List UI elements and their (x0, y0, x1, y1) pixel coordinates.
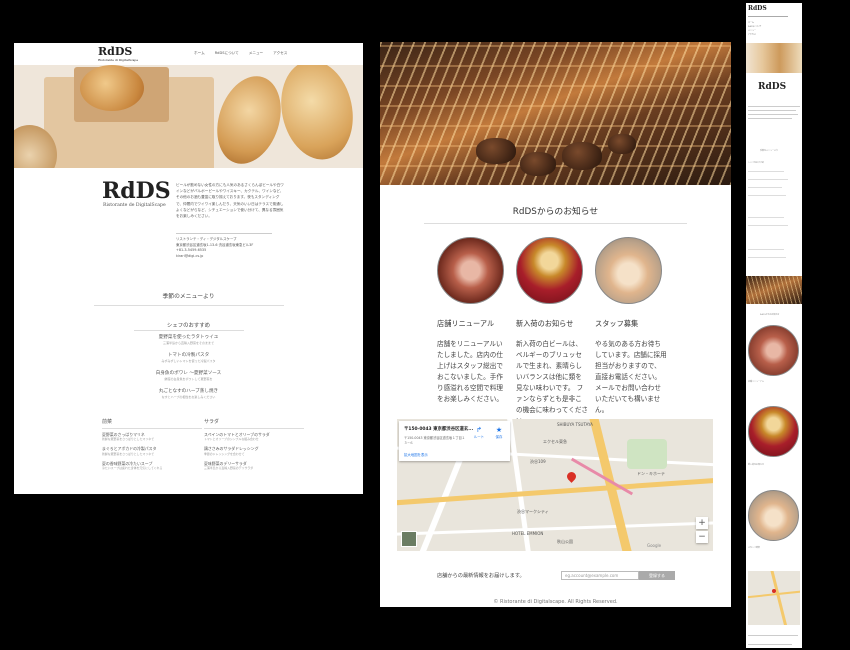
zensai-section: 前菜 夏野菜のさっぱりマリネ 新鮮な夏野菜をさっぱりとしたマリネで まぐろとアボカ… (102, 418, 202, 475)
mobile-news-title: スタッフ募集 (748, 547, 761, 549)
news-body: 店舗をリニューアルいたしました。店内の仕上げはスタッフ総出でおこないました。手作… (437, 340, 503, 403)
map-label: ドン・キホーテ (637, 471, 665, 476)
site-header: RdDS Ristorante di DigitalScape ホーム RdDS… (14, 43, 363, 65)
mobile-nav-item[interactable]: アクセス (748, 33, 756, 36)
mobile-grill-image (746, 276, 802, 304)
zoom-out-button[interactable]: − (696, 531, 708, 543)
mobile-map[interactable] (748, 571, 800, 625)
news-image-renewal (437, 237, 504, 304)
nav-about[interactable]: RdDSについて (215, 51, 239, 56)
brand-logo: RdDS (102, 178, 171, 204)
route-icon: ↱ (476, 426, 482, 434)
map-pin-icon[interactable] (565, 470, 578, 483)
mobile-news-title: 新入荷のお知らせ (748, 464, 764, 466)
chef-item: 夏野菜を使ったラタトゥイユ 三浦半島から直輸入野菜をそのままで (158, 335, 219, 345)
news-body: 新入荷の白ビールは、ベルギーのブリュッセルで生まれ、素晴らしいバランスは他に類を… (516, 340, 589, 425)
chef-item: トマトの冷製パスタ みずみずしいトマトを使った冷製パスタ (161, 353, 216, 363)
zoom-in-button[interactable]: + (696, 517, 708, 529)
footer-copyright: © Ristorante di Digitalscape. All Rights… (493, 599, 618, 605)
email-input[interactable]: eg.account@example.com (561, 571, 639, 580)
satellite-toggle[interactable] (401, 531, 417, 547)
embedded-map[interactable]: SHIBUYA TSUTAYA エクセル東急 渋谷109 渋谷マークシティ ドン… (397, 419, 713, 551)
google-logo: Google (647, 543, 662, 548)
map-label: 秋山公園 (557, 539, 573, 544)
mobile-news-image (748, 490, 799, 541)
brand-subtitle: Ristorante de DigitalScape (103, 203, 166, 208)
site-logo[interactable]: RdDS Ristorante di DigitalScape (98, 46, 138, 63)
news-title: 店舗リニューアル (437, 319, 495, 328)
nav-home[interactable]: ホーム (194, 51, 205, 56)
mobile-menu-heading: 季節のメニューより (760, 150, 778, 152)
nav-access[interactable]: アクセス (273, 51, 287, 56)
star-icon: ★ (495, 426, 503, 434)
map-label: HOTEL EMMION (512, 531, 544, 536)
salad-section: サラダ スペインのトマトとオリーブのサラダ トマトとオリーブのシンプルな組み合わせ… (204, 418, 304, 475)
chef-item: 丸ごとなすのハーブ蒸し焼き なすとハーブの相性をお楽しみください (158, 389, 219, 399)
desktop-page: RdDS Ristorante di DigitalScape ホーム RdDS… (14, 43, 363, 494)
subscribe-label: 店舗からの最新情報をお届けします。 (437, 573, 525, 579)
mobile-nav-item[interactable]: ホーム (748, 21, 754, 24)
chef-heading: シェフのおすすめ (166, 323, 211, 329)
map-label: 渋谷マークシティ (517, 509, 549, 514)
news-image-staff (595, 237, 662, 304)
mobile-brand: RdDS (758, 82, 787, 92)
mobile-news-heading: RdDSからのお知らせ (760, 314, 780, 316)
map-label: 渋谷109 (530, 459, 546, 464)
mobile-page: RdDS ホーム RdDSについて メニュー アクセス RdDS 季節のメニュー… (746, 3, 802, 648)
subscribe-button[interactable]: 登録する (639, 571, 675, 580)
mobile-nav-item[interactable]: RdDSについて (748, 25, 761, 28)
route-button[interactable]: ↱ ルート (469, 426, 489, 439)
map-info-card: 〒150-0043 東京都渋谷区道玄... 〒150-0043 東京都渋谷区道玄… (399, 421, 510, 461)
intro-text: ビールが飲めない女性の方にも人気のあるさくらんぼビールや白ワインなどがバルポーピ… (176, 183, 284, 219)
mobile-logo[interactable]: RdDS (748, 5, 767, 12)
map-place-address: 〒150-0043 東京都渋谷区道玄坂１丁目１３−６ (404, 436, 465, 445)
address-block: リストランテ・ディ・デジタルスケープ 東京都渋谷区道玄坂1-13-6 渋谷道玄坂… (176, 233, 272, 259)
chef-item: 白身魚のポワレ 〜夏野菜ソース 鮮度の白身魚をポワレして夏野菜を (155, 371, 222, 381)
news-image-beer (516, 237, 583, 304)
hero-grill-image (380, 42, 731, 185)
tablet-page: RdDSからのお知らせ 店舗リニューアル 新入荷のお知らせ スタッフ募集 店舗を… (380, 42, 731, 607)
seasonal-menu-heading: 季節のメニューより (162, 294, 215, 300)
map-place-title: 〒150-0043 東京都渋谷区道玄... (404, 427, 474, 432)
news-heading: RdDSからのお知らせ (512, 207, 599, 217)
mobile-chef-heading: シェフのおすすめ (748, 162, 765, 164)
global-nav: ホーム RdDSについて メニュー アクセス (194, 51, 287, 56)
mobile-hero-image (746, 43, 802, 73)
news-title: 新入荷のお知らせ (516, 319, 574, 328)
mobile-news-image (748, 325, 799, 376)
hero-bread-image (14, 65, 363, 168)
mobile-news-image (748, 406, 799, 457)
mobile-nav-item[interactable]: メニュー (748, 29, 756, 32)
nav-menu[interactable]: メニュー (249, 51, 263, 56)
mobile-news-title: 店舗リニューアル (748, 381, 764, 383)
news-body: やる気のある方お待ちしています。店舗に採用担当がおりますので、直接お電話ください… (595, 340, 667, 414)
save-button[interactable]: ★ 保存 (489, 426, 509, 439)
news-title: スタッフ募集 (595, 319, 639, 328)
address-email[interactable]: kirari@digi-cs.jp (176, 254, 272, 260)
map-label: SHIBUYA TSUTAYA (557, 422, 593, 427)
enlarge-map-link[interactable]: 拡大地図を表示 (404, 452, 428, 457)
map-label: エクセル東急 (543, 439, 567, 444)
